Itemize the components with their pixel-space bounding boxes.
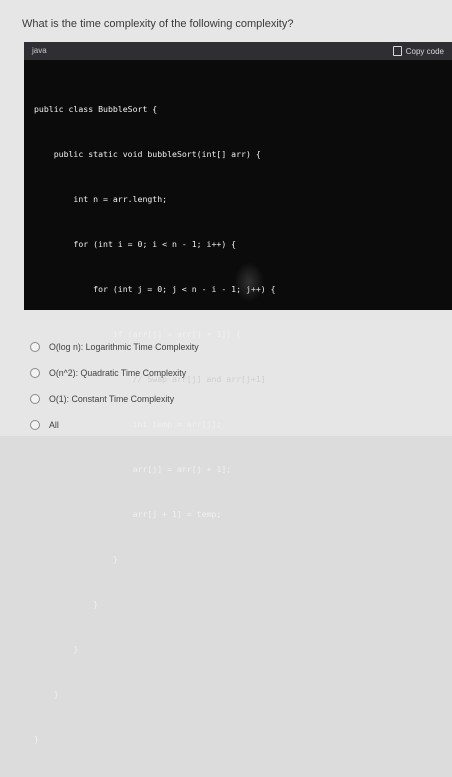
code-line: int n = arr.length; — [34, 194, 168, 204]
code-line: arr[j] = arr[j + 1]; — [34, 464, 232, 474]
code-language-label: java — [32, 46, 47, 55]
code-line: } — [34, 689, 59, 699]
option-label: O(n^2): Quadratic Time Complexity — [49, 368, 187, 378]
answer-options: O(log n): Logarithmic Time Complexity O(… — [30, 334, 430, 438]
answer-option-constant[interactable]: O(1): Constant Time Complexity — [30, 386, 430, 412]
screen-glare — [234, 262, 264, 302]
code-line: } — [34, 554, 118, 564]
radio-button[interactable] — [30, 342, 40, 352]
code-block: java Copy code public class BubbleSort {… — [24, 42, 452, 744]
code-line: arr[j + 1] = temp; — [34, 509, 222, 519]
option-label: O(1): Constant Time Complexity — [49, 394, 175, 404]
code-block-header: java Copy code — [24, 42, 452, 60]
question-card: What is the time complexity of the follo… — [0, 0, 452, 744]
code-line: public static void bubbleSort(int[] arr)… — [34, 149, 261, 159]
code-line: for (int i = 0; i < n - 1; i++) { — [34, 239, 237, 249]
option-label: O(log n): Logarithmic Time Complexity — [49, 342, 199, 352]
code-line: } — [34, 599, 99, 609]
code-line: } — [34, 734, 39, 744]
radio-button[interactable] — [30, 368, 40, 378]
radio-button[interactable] — [30, 394, 40, 404]
answer-option-all[interactable]: All — [30, 412, 430, 438]
copy-code-label: Copy code — [405, 46, 444, 56]
copy-code-button[interactable]: Copy code — [392, 46, 444, 56]
question-text: What is the time complexity of the follo… — [22, 18, 294, 30]
radio-button[interactable] — [30, 420, 40, 430]
code-line: public class BubbleSort { — [34, 104, 158, 114]
answer-option-n-squared[interactable]: O(n^2): Quadratic Time Complexity — [30, 360, 430, 386]
option-label: All — [49, 420, 59, 430]
answer-option-log-n[interactable]: O(log n): Logarithmic Time Complexity — [30, 334, 430, 360]
clipboard-icon — [392, 46, 402, 56]
code-line: } — [34, 644, 79, 654]
